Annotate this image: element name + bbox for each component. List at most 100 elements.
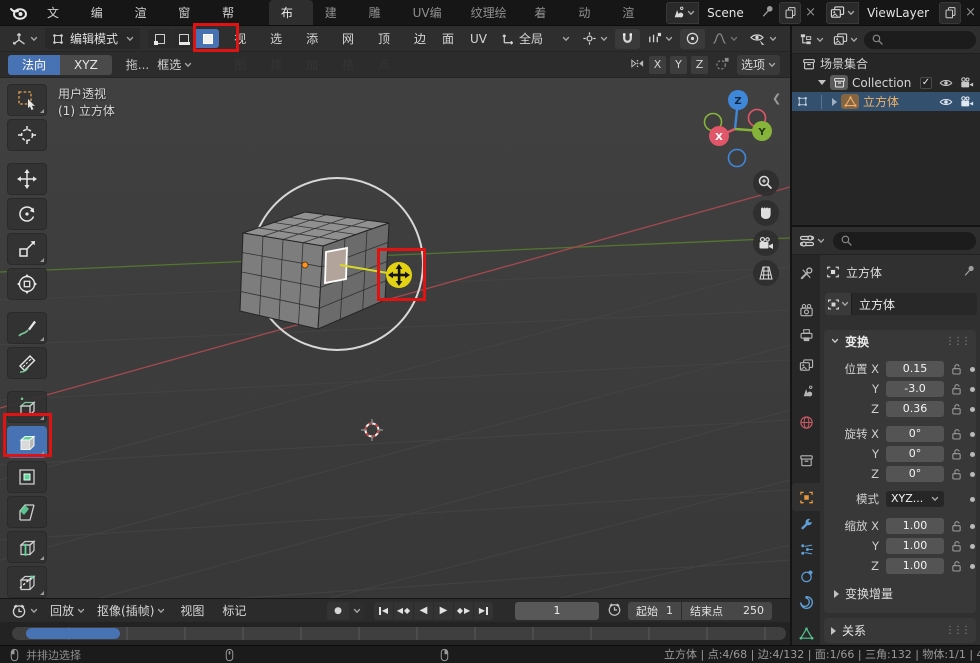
tool-measure[interactable] [7,347,47,379]
tab-modifiers[interactable] [792,510,820,538]
extrude-handle[interactable] [386,262,412,288]
tab-collection[interactable] [792,446,820,474]
menu-select[interactable]: 选择 [263,26,297,52]
location-y-lock-icon[interactable] [949,383,963,396]
workspace-tab-animation[interactable]: 动画 [566,0,610,26]
scale-x-animate-dot[interactable] [970,524,975,529]
menu-vertex[interactable]: 顶点 [371,26,405,52]
tool-move[interactable] [7,163,47,195]
transform-panel-header[interactable]: 变换 ⋮⋮⋮ [824,330,976,352]
scale-z-field[interactable]: 1.00 [886,558,944,574]
location-z-field[interactable]: 0.36 [886,401,944,417]
scene-browse-button[interactable] [666,2,699,24]
cube-expand-icon[interactable] [832,98,837,106]
menu-file[interactable]: 文件 [36,0,80,26]
outliner-row-scene-collection[interactable]: 场景集合 [792,54,980,73]
editor-type-button[interactable] [6,29,43,49]
location-y-field[interactable]: -3.0 [886,381,944,397]
location-z-animate-dot[interactable] [970,407,975,412]
menu-edge[interactable]: 边 [407,26,433,52]
segment-xyz[interactable]: XYZ [60,55,112,75]
tab-render[interactable] [792,296,820,324]
menu-uv[interactable]: UV [463,26,494,52]
outliner-display-mode-button[interactable] [830,32,861,47]
rotation-z-animate-dot[interactable] [970,472,975,477]
overlays-dropdown[interactable] [745,29,782,49]
jump-to-end-button[interactable]: ▶ [474,602,493,620]
prev-keyframe-button[interactable]: ◀◆ [394,602,413,620]
location-x-field[interactable]: 0.15 [886,361,944,377]
sidebar-collapse-arrow[interactable]: ❮ [772,92,781,105]
transform-orientation-dropdown[interactable]: 全局 [496,29,575,49]
object-id-icon[interactable] [825,293,851,315]
pan-control[interactable] [753,200,779,226]
scale-z-lock-icon[interactable] [949,560,963,573]
viewlayer-new-button[interactable] [939,2,961,24]
menu-view[interactable]: 视图 [227,26,261,52]
workspace-tab-sculpting[interactable]: 雕刻 [357,0,401,26]
tool-loop-cut[interactable] [7,531,47,563]
rotation-mode-dropdown[interactable]: XYZ... [886,491,944,507]
timeline-menu-view[interactable]: 视图 [172,599,212,623]
tool-rotate[interactable] [7,198,47,230]
delta-transform-subpanel[interactable]: 变换增量 [834,585,893,602]
auto-key-button[interactable]: ● [327,602,349,620]
menu-edit[interactable]: 编辑 [80,0,124,26]
menu-mesh[interactable]: 网格 [335,26,369,52]
collection-expand-icon[interactable] [818,80,826,85]
rotation-x-lock-icon[interactable] [949,428,963,441]
viewlayer-remove-button[interactable]: × [961,5,980,20]
collection-hide-eye-icon[interactable] [939,76,953,90]
timeline-menu-playback[interactable]: 回放 [45,601,90,620]
tab-object[interactable] [792,483,820,511]
rotation-mode-animate-dot[interactable] [970,497,975,502]
tool-select-box[interactable] [7,84,47,116]
edge-select-button[interactable] [172,29,195,48]
timeline-scrollbar[interactable] [12,627,786,640]
proportional-connected-icon[interactable] [715,56,730,74]
outliner-row-cube[interactable]: 立方体 [792,92,980,111]
viewport-canvas[interactable]: Z X Y [0,52,790,598]
relations-panel[interactable]: 关系 ⋮⋮⋮ [824,618,976,643]
tab-tool[interactable] [792,259,820,287]
object-id-name[interactable]: 立方体 [851,293,977,315]
menu-help[interactable]: 帮助 [211,0,255,26]
scene-new-button[interactable] [779,2,801,24]
tool-add-cube[interactable] [7,391,47,423]
tool-annotate[interactable] [7,312,47,344]
play-button[interactable]: ▶ [434,602,453,620]
mirror-z-toggle[interactable]: Z [691,56,708,74]
outliner-row-collection[interactable]: Collection ✓ [792,73,980,92]
gizmo-neg-z-ball[interactable] [729,150,746,167]
location-z-lock-icon[interactable] [949,403,963,416]
scale-z-animate-dot[interactable] [970,564,975,569]
outliner-search-input[interactable] [864,31,976,49]
outliner-editor-type-button[interactable] [796,32,827,47]
scale-y-field[interactable]: 1.00 [886,538,944,554]
drag-mode-dropdown[interactable]: 框选 [153,55,196,75]
properties-editor-type-button[interactable] [796,233,828,249]
face-select-button[interactable] [196,29,219,48]
mode-selector[interactable]: 编辑模式 [45,28,140,49]
rotation-z-lock-icon[interactable] [949,468,963,481]
snap-settings-dropdown[interactable] [642,29,678,49]
tab-physics[interactable] [792,562,820,590]
menu-render[interactable]: 渲染 [124,0,168,26]
current-frame-field[interactable]: 1 [515,602,599,620]
workspace-tab-texture[interactable]: 纹理绘制 [459,0,523,26]
scale-y-lock-icon[interactable] [949,540,963,553]
tab-scene[interactable] [792,377,820,405]
zoom-control[interactable] [753,170,779,196]
mirror-x-toggle[interactable]: X [649,56,666,74]
tool-cursor[interactable] [7,119,47,151]
location-x-animate-dot[interactable] [970,367,975,372]
options-dropdown[interactable]: 选项 [737,55,780,75]
frame-end-field[interactable]: 结束点250 [682,602,772,620]
camera-view-control[interactable] [753,230,779,256]
next-keyframe-button[interactable]: ◆▶ [454,602,473,620]
workspace-tab-shading[interactable]: 着色 [522,0,566,26]
timeline-view-range[interactable] [26,628,120,639]
location-x-lock-icon[interactable] [949,363,963,376]
menu-add[interactable]: 添加 [299,26,333,52]
properties-search-input[interactable] [833,232,976,250]
